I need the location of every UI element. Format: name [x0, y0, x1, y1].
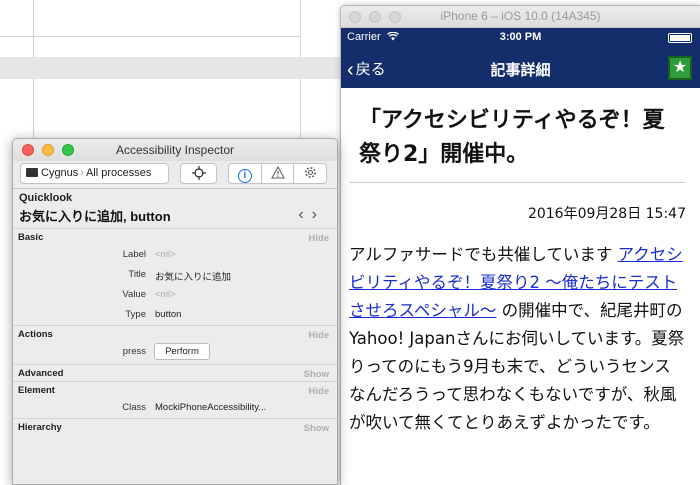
inspector-mode-segmented: i [228, 163, 327, 184]
section-hierarchy: Hierarchy Show [13, 418, 337, 435]
warning-icon [270, 165, 285, 179]
property-row: Value <nil> [122, 289, 176, 300]
inspector-title: Accessibility Inspector [115, 143, 235, 157]
info-icon: i [237, 169, 252, 183]
perform-button[interactable]: Perform [154, 343, 210, 360]
status-time: 3:00 PM [499, 31, 542, 43]
property-row: Label <nil> [122, 249, 176, 260]
nav-title: 記事詳細 [490, 62, 551, 79]
section-title: Basic [18, 232, 44, 243]
section-toggle[interactable]: Show [304, 369, 329, 380]
inspector-toolbar: Cygnus › All processes i [13, 161, 337, 189]
crosshair-icon [191, 166, 206, 180]
background-selection-bar [0, 57, 340, 79]
quicklook-value: お気に入りに追加, button [19, 209, 171, 224]
section-element: Element Hide Class MockiPhoneAccessibility… [13, 381, 337, 418]
property-row: Class MockiPhoneAccessibility... [122, 402, 267, 413]
inspector-titlebar[interactable]: Accessibility Inspector [13, 139, 337, 161]
section-title: Actions [18, 329, 53, 340]
section-advanced: Advanced Show [13, 364, 337, 381]
property-row: press Perform [13, 342, 337, 364]
article-date: 2016年09月28日 15:47 [527, 206, 686, 222]
inspector-window: Accessibility Inspector Cygnus › All proce… [12, 138, 338, 485]
chevron-right-icon[interactable]: › [312, 206, 325, 223]
tab-settings[interactable] [294, 164, 326, 183]
property-row: Title お気に入りに追加 [128, 269, 232, 283]
tab-inspection[interactable]: i [229, 164, 262, 183]
section-basic: Basic Hide Label <nil> Title お気に入りに追加 Value… [13, 228, 337, 325]
section-title: Element [18, 385, 55, 396]
star-icon: ★ [672, 59, 688, 76]
target-selector[interactable]: Cygnus › All processes [20, 163, 169, 184]
article-title: 「アクセシビリティやるぞ！夏祭り2」開催中。 [349, 88, 686, 183]
favorite-button[interactable]: ★ [668, 56, 692, 80]
simulator-title: iPhone 6 – iOS 10.0 (14A345) [440, 9, 601, 23]
desktop-icon [26, 168, 38, 177]
point-to-inspect-button[interactable] [180, 163, 217, 184]
simulator-titlebar[interactable]: iPhone 6 – iOS 10.0 (14A345) [341, 6, 700, 28]
article-content: 「アクセシビリティやるぞ！夏祭り2」開催中。 2016年09月28日 15:47… [341, 88, 700, 437]
chevron-left-icon[interactable]: ‹ [298, 206, 311, 223]
section-toggle[interactable]: Show [304, 423, 329, 434]
tab-audit[interactable] [262, 164, 295, 183]
battery-icon [668, 33, 692, 43]
background-divider [0, 36, 300, 37]
navigation-bar: ‹ 戻る 記事詳細 ★ [341, 48, 700, 88]
quicklook-label: Quicklook [19, 192, 73, 204]
section-actions: Actions Hide press Perform [13, 325, 337, 364]
ios-status-bar: Carrier 3:00 PM [341, 28, 700, 48]
section-title: Hierarchy [18, 422, 62, 433]
quicklook-row: お気に入りに追加, button ‹› [13, 204, 337, 228]
chevron-right-icon: › [80, 167, 84, 179]
quicklook-nav: ‹› [298, 206, 325, 224]
section-title: Advanced [18, 368, 64, 379]
section-toggle[interactable]: Hide [308, 330, 329, 341]
gear-icon [304, 167, 316, 178]
section-toggle[interactable]: Hide [308, 386, 329, 397]
simulator-window: iPhone 6 – iOS 10.0 (14A345) Carrier 3:0… [340, 5, 700, 485]
article-body: アルファサードでも共催しています アクセシビリティやるぞ！夏祭り2 〜俺たちにテ… [349, 245, 685, 432]
section-toggle[interactable]: Hide [308, 233, 329, 244]
property-row: Type button [125, 309, 182, 320]
